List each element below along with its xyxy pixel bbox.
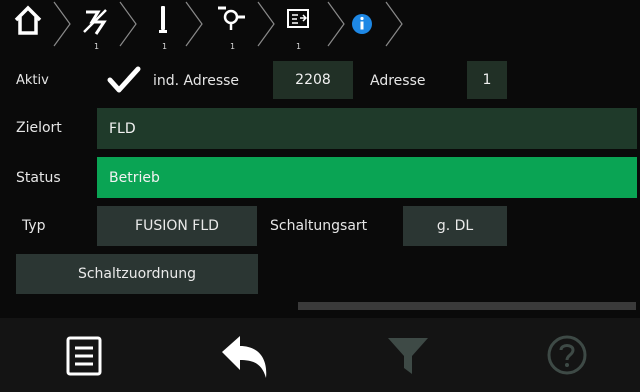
status-field: Betrieb [97, 157, 637, 198]
aktiv-label: Aktiv [16, 73, 49, 88]
checkmark-icon [107, 66, 141, 93]
back-arrow-icon[interactable] [218, 332, 274, 382]
breadcrumb-separator-icon [53, 1, 71, 47]
typ-button[interactable]: FUSION FLD [97, 206, 257, 246]
help-icon [547, 335, 587, 375]
aktiv-checkbox[interactable] [106, 64, 142, 96]
zielort-label: Zielort [16, 120, 62, 136]
breadcrumb-separator-icon [119, 1, 137, 47]
adresse-label: Adresse [370, 73, 426, 89]
breadcrumb-sub: 1 [94, 42, 100, 51]
home-icon [14, 5, 42, 35]
breadcrumb-info[interactable] [348, 0, 380, 48]
schaltungsart-button[interactable]: g. DL [403, 206, 507, 246]
breadcrumb-branch[interactable]: 1 [212, 0, 252, 51]
zielort-field[interactable]: FLD [97, 108, 637, 149]
info-icon [352, 14, 372, 34]
breadcrumb-detector[interactable]: 1 [78, 0, 118, 51]
breadcrumb-separator-icon [327, 1, 345, 47]
menu-icon[interactable] [66, 336, 102, 376]
bottom-toolbar [0, 318, 640, 392]
branch-icon [218, 6, 245, 30]
detector-off-icon [83, 9, 107, 35]
breadcrumb-sub: 1 [162, 42, 168, 51]
module-icon [287, 9, 309, 28]
breadcrumb-separator-icon [185, 1, 203, 47]
status-label: Status [16, 170, 61, 186]
breadcrumb-separator-icon [385, 1, 403, 47]
sensor-icon [159, 6, 167, 33]
breadcrumb-separator-icon [257, 1, 275, 47]
schaltungsart-label: Schaltungsart [270, 218, 368, 234]
breadcrumb-sensor[interactable]: 1 [148, 0, 178, 51]
adresse-field[interactable]: 1 [467, 61, 507, 99]
filter-icon [388, 338, 428, 374]
ind-adresse-label: ind. Adresse [153, 73, 240, 89]
ind-adresse-field[interactable]: 2208 [273, 61, 353, 99]
breadcrumb-sub: 1 [230, 42, 236, 51]
breadcrumb-home[interactable] [10, 0, 50, 48]
scrollbar[interactable] [298, 302, 636, 310]
schaltzuordnung-button[interactable]: Schaltzuordnung [16, 254, 258, 294]
typ-label: Typ [22, 218, 46, 234]
breadcrumb-sub: 1 [296, 42, 302, 51]
breadcrumb-module[interactable]: 1 [282, 0, 318, 51]
